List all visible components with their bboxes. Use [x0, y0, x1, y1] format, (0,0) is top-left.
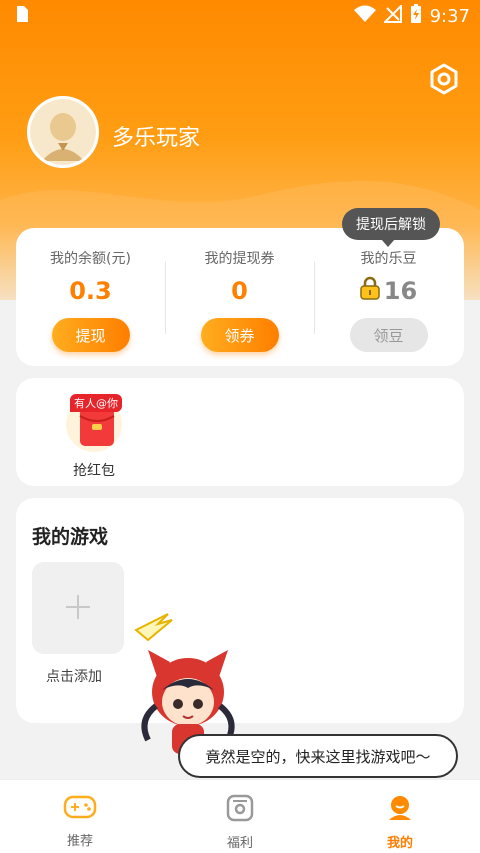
avatar[interactable]	[27, 96, 99, 168]
beans-section: 我的乐豆 16 领豆	[314, 228, 463, 366]
status-bar: 9:37	[0, 0, 480, 32]
red-packet-icon: 有人@你	[62, 392, 126, 452]
beans-label: 我的乐豆	[360, 251, 417, 267]
lock-icon	[360, 276, 380, 306]
withdraw-button[interactable]: 提现	[51, 318, 130, 352]
beans-value: 16	[383, 277, 418, 305]
redpack-card: 有人@你 抢红包	[16, 378, 464, 486]
grab-redpack-item[interactable]: 有人@你 抢红包	[58, 392, 130, 480]
bottom-nav: 推荐 福利 我的	[0, 779, 480, 853]
add-game-button[interactable]	[32, 562, 124, 654]
beans-value-row: 16	[360, 276, 417, 306]
balance-label: 我的余额(元)	[50, 251, 131, 267]
username: 多乐玩家	[112, 126, 201, 151]
avatar-placeholder-icon	[30, 99, 96, 165]
empty-games-tip: 竟然是空的，快来这里找游戏吧～	[178, 734, 458, 778]
status-time: 9:37	[429, 5, 470, 27]
wifi-icon	[353, 5, 376, 27]
redpack-tag: 有人@你	[70, 394, 122, 412]
welfare-icon	[226, 794, 254, 826]
claim-beans-button[interactable]: 领豆	[349, 318, 428, 352]
unlock-tooltip: 提现后解锁	[342, 208, 440, 240]
games-title: 我的游戏	[32, 526, 109, 548]
redpack-label: 抢红包	[73, 463, 115, 479]
balance-section: 我的余额(元) 0.3 提现	[16, 228, 165, 366]
nav-label-recommend: 推荐	[66, 834, 93, 849]
sim-card-icon	[14, 5, 30, 27]
gear-icon[interactable]	[428, 63, 460, 95]
nav-item-mine[interactable]: 我的	[320, 780, 480, 853]
no-signal-icon	[382, 3, 402, 27]
gamepad-icon	[63, 794, 97, 824]
add-game-label: 点击添加	[46, 669, 102, 685]
tooltip-arrow	[381, 239, 395, 247]
coupon-value: 0	[231, 277, 248, 305]
plus-icon	[66, 588, 90, 628]
claim-coupon-button[interactable]: 领券	[200, 318, 279, 352]
nav-item-welfare[interactable]: 福利	[160, 780, 320, 853]
profile-icon	[386, 794, 414, 826]
balance-value: 0.3	[69, 277, 112, 305]
wallet-card: 我的余额(元) 0.3 提现 我的提现券 0 领券 我的乐豆 16 领豆	[16, 228, 464, 366]
battery-icon	[410, 4, 422, 28]
coupon-label: 我的提现券	[204, 251, 275, 267]
nav-item-recommend[interactable]: 推荐	[0, 780, 160, 853]
nav-label-welfare: 福利	[226, 836, 253, 851]
nav-label-mine: 我的	[386, 836, 413, 851]
coupon-section: 我的提现券 0 领券	[165, 228, 314, 366]
